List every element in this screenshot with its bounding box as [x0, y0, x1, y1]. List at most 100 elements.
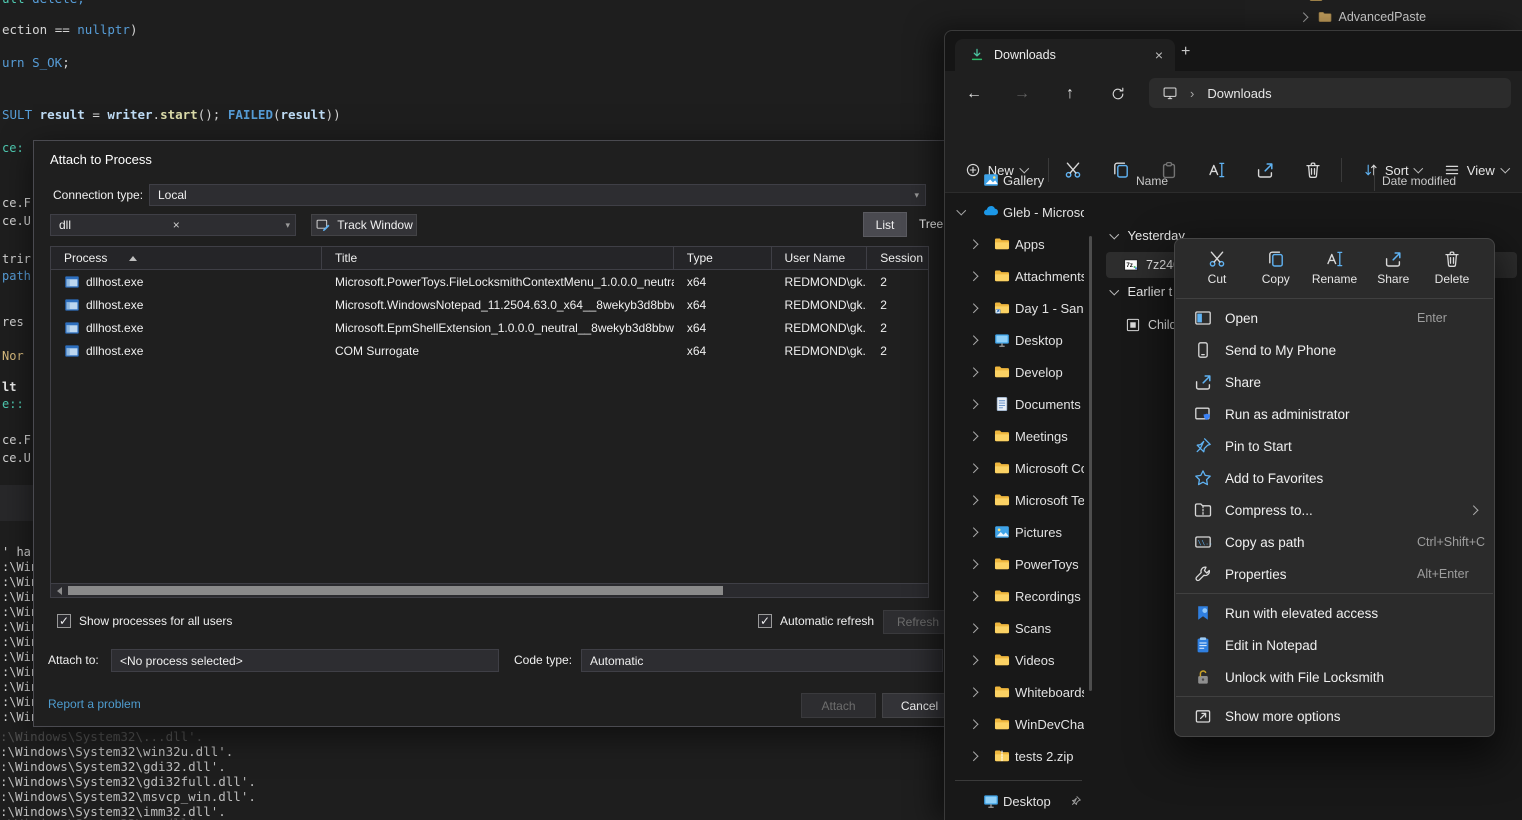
- menu-item-show-more-options[interactable]: Show more options: [1179, 700, 1490, 732]
- sidebar-item-microsoft-tear[interactable]: Microsoft Tear: [945, 484, 1092, 516]
- clear-filter-icon[interactable]: ×: [173, 218, 184, 232]
- sidebar-item-apps[interactable]: Apps: [945, 228, 1092, 260]
- process-row[interactable]: dllhost.exeMicrosoft.WindowsNotepad_11.2…: [51, 293, 928, 316]
- chevron-right-icon[interactable]: [969, 527, 978, 536]
- chevron-right-icon[interactable]: [969, 239, 978, 248]
- column-header-title[interactable]: Title: [322, 247, 674, 269]
- scroll-left-arrow-icon[interactable]: [57, 587, 62, 595]
- tree-item-modules[interactable]: modules: [1308, 0, 1377, 4]
- quick-action-share[interactable]: Share: [1365, 245, 1421, 290]
- tree-view-toggle[interactable]: Tree: [919, 217, 943, 231]
- column-header-process[interactable]: Process: [51, 247, 322, 269]
- process-row[interactable]: dllhost.exeCOM Surrogatex64REDMOND\gk...…: [51, 339, 928, 362]
- sidebar-item-documents[interactable]: Documents: [945, 388, 1092, 420]
- sidebar-item-powertoys[interactable]: PowerToys: [945, 548, 1092, 580]
- table-horizontal-scrollbar[interactable]: [50, 583, 929, 598]
- list-view-toggle[interactable]: List: [863, 212, 907, 237]
- scrollbar-thumb[interactable]: [68, 586, 723, 595]
- sidebar-item-windevchat-c[interactable]: WinDevChat c: [945, 708, 1092, 740]
- code-line: SULT result = writer.start(); FAILED(res…: [2, 107, 341, 122]
- chevron-right-icon[interactable]: [969, 367, 978, 376]
- tab-downloads[interactable]: Downloads ×: [955, 39, 1175, 71]
- track-window-button[interactable]: Track Window: [311, 214, 417, 236]
- chevron-right-icon[interactable]: [969, 271, 978, 280]
- sidebar-item-gallery[interactable]: Gallery: [945, 164, 1092, 196]
- chevron-right-icon[interactable]: [969, 719, 978, 728]
- code-type-combobox[interactable]: Automatic: [581, 649, 943, 672]
- menu-item-open[interactable]: OpenEnter: [1179, 302, 1490, 334]
- column-header-username[interactable]: User Name: [772, 247, 868, 269]
- chevron-right-icon[interactable]: [969, 751, 978, 760]
- sidebar-scrollbar[interactable]: [1089, 236, 1092, 691]
- sidebar-item-recordings[interactable]: Recordings: [945, 580, 1092, 612]
- column-header-date[interactable]: Date modified: [1382, 174, 1456, 188]
- share-icon: [1383, 249, 1403, 269]
- chevron-right-icon[interactable]: [969, 623, 978, 632]
- refresh-button[interactable]: [1101, 79, 1135, 109]
- chevron-right-icon[interactable]: [969, 303, 978, 312]
- column-header-session[interactable]: Session: [867, 247, 928, 269]
- chevron-right-icon[interactable]: [969, 495, 978, 504]
- forward-button[interactable]: →: [1005, 79, 1039, 109]
- menu-item-send-to-my-phone[interactable]: Send to My Phone: [1179, 334, 1490, 366]
- tree-item-advancedpaste[interactable]: AdvancedPaste: [1300, 9, 1426, 25]
- sidebar-item-desktop[interactable]: Desktop: [945, 324, 1092, 356]
- column-divider[interactable]: [1374, 169, 1375, 191]
- sidebar-item-meetings[interactable]: Meetings: [945, 420, 1092, 452]
- sidebar-item-gleb-microsoft[interactable]: Gleb - Microsoft: [945, 196, 1092, 228]
- chevron-right-icon[interactable]: [969, 687, 978, 696]
- menu-item-edit-in-notepad[interactable]: Edit in Notepad: [1179, 629, 1490, 661]
- menu-item-unlock-with-file-locksmith[interactable]: Unlock with File Locksmith: [1179, 661, 1490, 693]
- chevron-right-icon[interactable]: [969, 591, 978, 600]
- sidebar-item-develop[interactable]: Develop: [945, 356, 1092, 388]
- menu-item-compress-to-[interactable]: Compress to...: [1179, 494, 1490, 526]
- refresh-button[interactable]: Refresh: [883, 610, 953, 634]
- chevron-right-icon[interactable]: [969, 335, 978, 344]
- menu-item-run-with-elevated-access[interactable]: Run with elevated access: [1179, 597, 1490, 629]
- back-button[interactable]: ←: [957, 79, 991, 109]
- attach-to-field[interactable]: <No process selected>: [111, 649, 499, 672]
- sidebar-item-tests-2-zip[interactable]: tests 2.zip: [945, 740, 1092, 772]
- sidebar-item-pictures[interactable]: Pictures: [945, 516, 1092, 548]
- report-a-problem-link[interactable]: Report a problem: [48, 697, 141, 711]
- chevron-right-icon[interactable]: [969, 399, 978, 408]
- column-header-type[interactable]: Type: [674, 247, 772, 269]
- chevron-down-icon[interactable]: [957, 206, 966, 215]
- code-fragment: ce.F: [2, 433, 33, 447]
- up-button[interactable]: ↑: [1053, 79, 1087, 109]
- chevron-right-icon[interactable]: [969, 655, 978, 664]
- quick-action-cut[interactable]: Cut: [1189, 245, 1245, 290]
- chevron-right-icon[interactable]: [969, 463, 978, 472]
- menu-item-run-as-administrator[interactable]: Run as administrator: [1179, 398, 1490, 430]
- quick-action-delete[interactable]: Delete: [1424, 245, 1480, 290]
- column-header-name[interactable]: Name: [1136, 174, 1168, 188]
- menu-item-pin-to-start[interactable]: Pin to Start: [1179, 430, 1490, 462]
- quick-action-copy[interactable]: Copy: [1248, 245, 1304, 290]
- menu-item-copy-as-path[interactable]: \\..Copy as pathCtrl+Shift+C: [1179, 526, 1490, 558]
- sidebar-item-desktop[interactable]: Desktop: [945, 785, 1092, 817]
- quick-action-rename[interactable]: Rename: [1307, 245, 1363, 290]
- chevron-right-icon[interactable]: [969, 431, 978, 440]
- close-tab-icon[interactable]: ×: [1155, 47, 1163, 63]
- menu-item-properties[interactable]: PropertiesAlt+Enter: [1179, 558, 1490, 590]
- chevron-right-icon[interactable]: [969, 559, 978, 568]
- sidebar-item-microsoft-cop[interactable]: Microsoft Cop: [945, 452, 1092, 484]
- connection-type-combobox[interactable]: Local ▾: [149, 184, 926, 206]
- attach-button[interactable]: Attach: [801, 693, 876, 718]
- address-bar[interactable]: › Downloads: [1149, 78, 1511, 108]
- process-row[interactable]: dllhost.exeMicrosoft.PowerToys.FileLocks…: [51, 270, 928, 293]
- auto-refresh-checkbox[interactable]: ✓ Automatic refresh: [758, 614, 874, 628]
- group-header-earlier[interactable]: Earlier t: [1111, 284, 1172, 299]
- menu-item-add-to-favorites[interactable]: Add to Favorites: [1179, 462, 1490, 494]
- process-row[interactable]: dllhost.exeMicrosoft.EpmShellExtension_1…: [51, 316, 928, 339]
- sidebar-item-scans[interactable]: Scans: [945, 612, 1092, 644]
- sidebar-item-whiteboards[interactable]: Whiteboards: [945, 676, 1092, 708]
- show-all-users-checkbox[interactable]: ✓ Show processes for all users: [57, 614, 232, 628]
- menu-item-share[interactable]: Share: [1179, 366, 1490, 398]
- sidebar-item-videos[interactable]: Videos: [945, 644, 1092, 676]
- sidebar-item-attachments[interactable]: Attachments: [945, 260, 1092, 292]
- sidebar-item-day-1-sangee[interactable]: Day 1 - Sangee: [945, 292, 1092, 324]
- process-filter-input[interactable]: dll × ▾: [50, 214, 296, 236]
- group-header-yesterday[interactable]: Yesterday: [1111, 228, 1185, 243]
- new-tab-button[interactable]: +: [1181, 43, 1190, 61]
